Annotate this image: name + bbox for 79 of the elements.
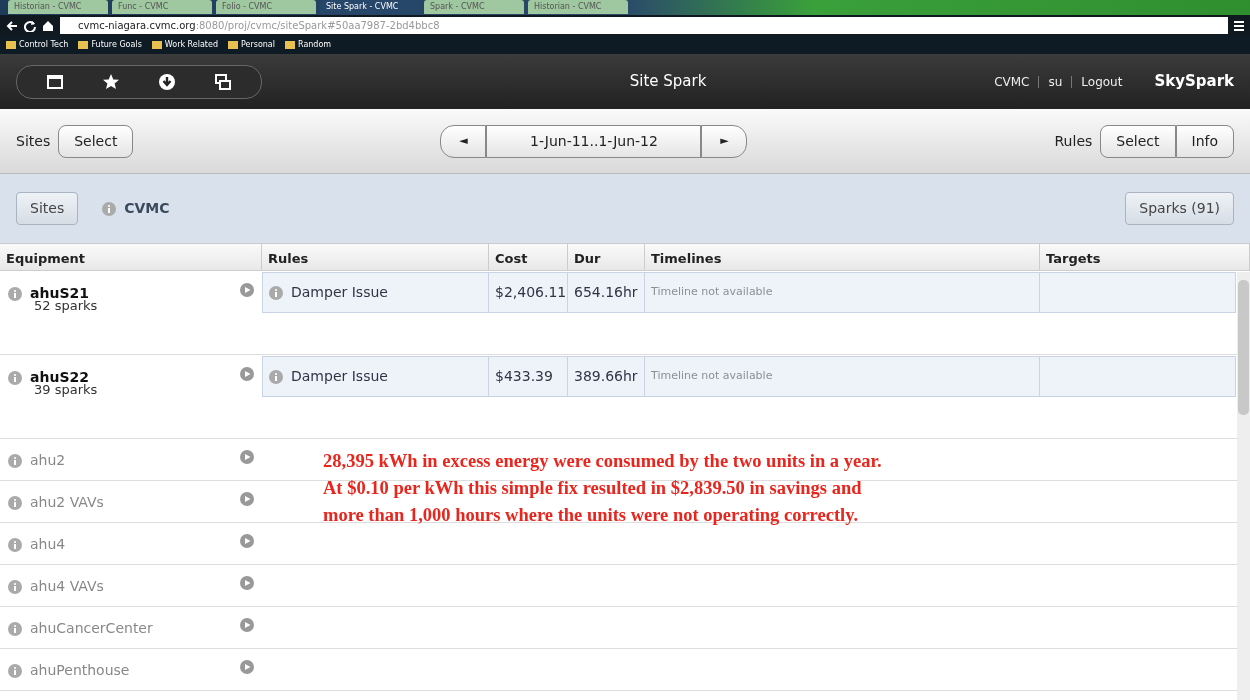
play-icon[interactable] (240, 576, 254, 590)
timeline-cell: Timeline not available (645, 272, 1040, 313)
windows-icon (214, 72, 232, 91)
timeline-cell: Timeline not available (645, 356, 1040, 397)
play-icon[interactable] (240, 283, 254, 297)
equipment-name[interactable]: ahu2 VAVs (30, 492, 104, 513)
browser-tab[interactable]: Site Spark - CVMC (320, 0, 420, 14)
info-icon (8, 286, 22, 301)
column-header: Equipment (0, 244, 262, 271)
column-header: Cost (489, 244, 568, 271)
play-icon[interactable] (240, 618, 254, 632)
duration-cell: 654.16hr (568, 272, 645, 313)
play-icon[interactable] (240, 492, 254, 506)
bookmark[interactable]: Personal (228, 39, 275, 51)
sparks-button[interactable]: Sparks (91) (1125, 192, 1234, 225)
info-icon (8, 537, 22, 552)
brand-name: SkySpark (1154, 71, 1234, 93)
bookmark[interactable]: Work Related (151, 39, 218, 51)
header-link[interactable]: Logout (1081, 72, 1123, 91)
play-icon[interactable] (240, 367, 254, 381)
column-header: Timelines (645, 244, 1040, 271)
rules-button[interactable]: Info (1175, 124, 1234, 158)
reload-icon[interactable] (24, 19, 36, 32)
browser-tab[interactable]: Folio - CVMC (216, 0, 316, 14)
header-link[interactable]: su (1048, 72, 1063, 91)
toolbar-label: Rules (1054, 131, 1093, 151)
info-icon (8, 663, 22, 678)
home-icon[interactable] (42, 19, 54, 32)
equipment-name[interactable]: ahuCancerCenter (30, 618, 153, 639)
column-header: Rules (262, 244, 489, 271)
bookmark[interactable]: Random (285, 39, 332, 51)
previous-button[interactable]: ◄ (440, 124, 487, 158)
date-range-button[interactable]: 1-Jun-11..1-Jun-12 (486, 124, 702, 158)
sites-button[interactable]: Sites (16, 192, 79, 225)
equipment-name[interactable]: ahu4 VAVs (30, 576, 104, 597)
info-icon (8, 370, 22, 385)
select-button[interactable]: Select (58, 124, 134, 158)
back-icon[interactable] (6, 19, 18, 32)
rules-button[interactable]: Select (1100, 124, 1176, 158)
info-icon (8, 579, 22, 594)
rule-cell[interactable]: Damper Issue (262, 272, 489, 313)
window-icon (46, 72, 64, 91)
equipment-name[interactable]: ahu4 (30, 534, 66, 555)
info-icon (269, 285, 283, 300)
play-icon[interactable] (240, 660, 254, 674)
duration-cell: 389.66hr (568, 356, 645, 397)
annotation-text: 28,395 kWh in excess energy were consumed by the two units in a year. At $0.10 per kWh this simple fix resulted in $2,839.50 in savings and more than 1,000 hours where the units were not operating correctly. (323, 450, 882, 527)
star-icon (102, 72, 120, 91)
address-bar[interactable]: cvmc-niagara.cvmc.org:8080/proj/cvmc/siteSpark#50aa7987-2bd4bbc8 (60, 17, 1228, 34)
browser-tab[interactable]: Historian - CVMC (528, 0, 628, 14)
info-icon (269, 369, 283, 384)
play-icon[interactable] (240, 534, 254, 548)
rule-cell[interactable]: Damper Issue (262, 356, 489, 397)
site-name: CVMC (124, 199, 171, 218)
menu-icon[interactable] (1234, 20, 1244, 31)
equipment-name[interactable]: ahuPenthouse (30, 660, 130, 681)
spark-count: 52 sparks (34, 298, 99, 315)
bookmark[interactable]: Future Goals (78, 39, 142, 51)
info-icon (102, 201, 117, 216)
column-header: Dur (568, 244, 645, 271)
browser-tab[interactable]: Historian - CVMC (8, 0, 108, 14)
next-button[interactable]: ► (701, 124, 748, 158)
column-header: Targets (1040, 244, 1250, 271)
spark-count: 39 sparks (34, 382, 99, 399)
cost-cell: $433.39 (489, 356, 568, 397)
cost-cell: $2,406.11 (489, 272, 568, 313)
scrollbar[interactable] (1237, 272, 1250, 700)
info-icon (8, 453, 22, 468)
bookmark[interactable]: Control Tech (6, 39, 69, 51)
info-icon (8, 495, 22, 510)
play-icon[interactable] (240, 450, 254, 464)
download-icon (158, 72, 176, 91)
header-link[interactable]: CVMC (994, 72, 1030, 91)
equipment-name[interactable]: ahu2 (30, 450, 66, 471)
info-icon (8, 621, 22, 636)
toolbar-label: Sites (16, 131, 51, 151)
browser-tab[interactable]: Spark - CVMC (424, 0, 524, 14)
browser-tab[interactable]: Func - CVMC (112, 0, 212, 14)
page-title: Site Spark (628, 71, 708, 93)
